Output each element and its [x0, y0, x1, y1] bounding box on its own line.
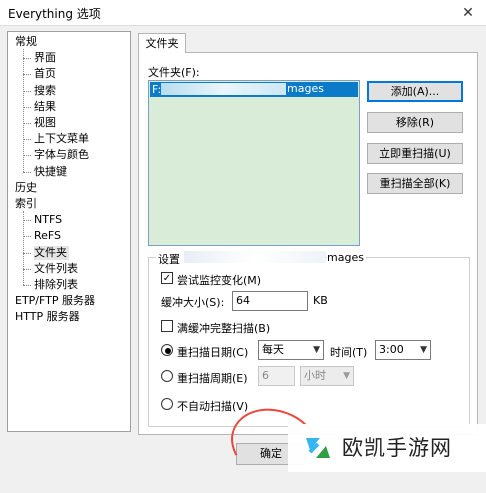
rescan-period-radio[interactable] [161, 370, 173, 382]
tree-connector [23, 139, 31, 141]
tree-connector [23, 211, 24, 285]
monitor-label: 尝试监控变化(M) [177, 274, 262, 287]
tree-item[interactable]: 视图 [34, 116, 56, 130]
rescan-date-radio[interactable] [161, 344, 173, 356]
tree-connector [23, 171, 31, 173]
tree-connector [23, 90, 31, 92]
tree-item[interactable]: 首页 [34, 67, 56, 81]
tab-folders[interactable]: 文件夹 [138, 33, 186, 53]
tree-item[interactable]: 常规 [15, 35, 37, 49]
redacted-group-path [184, 251, 326, 263]
redacted-path [161, 83, 286, 95]
folders-label: 文件夹(F): [148, 66, 200, 79]
rescan-date-label: 重扫描日期(C) [177, 346, 249, 359]
tree-item[interactable]: 历史 [15, 181, 37, 195]
period-unit-value: 小时 [304, 369, 326, 382]
tree-item[interactable]: 索引 [15, 197, 37, 211]
list-item-start: F: [152, 83, 162, 96]
add-button[interactable]: 添加(A)... [367, 81, 463, 102]
rescan-now-button[interactable]: 立即重扫描(U) [367, 143, 463, 164]
folders-listbox[interactable] [148, 80, 360, 246]
period-unit-select[interactable]: 小时 ▼ [300, 366, 354, 386]
watermark-text: 欧凯手游网 [342, 436, 452, 460]
tree-item[interactable]: 上下文菜单 [34, 132, 89, 146]
tree-item[interactable]: 文件列表 [34, 262, 78, 276]
chevron-down-icon: ▼ [420, 345, 427, 355]
rescan-period-label: 重扫描周期(E) [177, 372, 248, 385]
tree-connector [23, 252, 31, 254]
tree-connector [23, 220, 31, 222]
tree-item[interactable]: ETP/FTP 服务器 [15, 294, 95, 308]
remove-button[interactable]: 移除(R) [367, 112, 463, 133]
tree-item[interactable]: HTTP 服务器 [15, 310, 80, 324]
tree-item[interactable]: 文件夹 [34, 245, 69, 260]
tree-item[interactable]: NTFS [34, 213, 62, 227]
tree-item[interactable]: 字体与颜色 [34, 148, 89, 162]
settings-group-title-end: mages [327, 251, 366, 264]
tree-item[interactable]: 排除列表 [34, 278, 78, 292]
tree-item[interactable]: ReFS [34, 229, 61, 243]
tree-connector [23, 285, 31, 286]
period-input[interactable]: 6 [258, 366, 295, 386]
close-icon[interactable]: ✕ [458, 3, 478, 23]
tree-item[interactable]: 快捷键 [34, 165, 67, 179]
window-title: Everything 选项 [8, 7, 101, 21]
tree-connector [23, 74, 31, 76]
full-rescan-checkbox[interactable] [161, 320, 173, 332]
buffer-size-input[interactable]: 64 [232, 291, 308, 311]
tree-item[interactable]: 界面 [34, 51, 56, 65]
monitor-checkbox[interactable]: ✓ [161, 272, 173, 284]
rescan-all-button[interactable]: 重扫描全部(K) [367, 173, 463, 194]
chevron-down-icon: ▼ [343, 371, 350, 381]
tree-connector [23, 123, 31, 124]
options-tree[interactable]: 常规界面首页搜索结果视图上下文菜单字体与颜色快捷键历史索引 NTFS ReFS 文件夹… [7, 31, 131, 432]
tree-item[interactable]: 搜索 [34, 84, 56, 98]
rescan-date-select[interactable]: 每天 ▼ [258, 340, 324, 360]
chevron-down-icon: ▼ [313, 345, 320, 355]
buffer-unit: KB [313, 294, 328, 307]
tree-item[interactable]: 结果 [34, 100, 56, 114]
time-label: 时间(T) [330, 346, 368, 359]
watermark-logo-icon [306, 438, 330, 458]
buffer-label: 缓冲大小(S): [161, 296, 225, 309]
tree-connector [23, 236, 31, 238]
tree-connector [23, 155, 31, 157]
tree-connector [23, 106, 31, 108]
title-bar: Everything 选项 ✕ [0, 0, 486, 26]
no-auto-label: 不自动扫描(V) [177, 400, 249, 413]
list-item-end: mages [287, 82, 324, 95]
tree-connector [23, 49, 24, 172]
tree-connector [23, 58, 31, 60]
full-rescan-label: 满缓冲完整扫描(B) [177, 322, 271, 335]
rescan-date-value: 每天 [262, 343, 284, 356]
tree-connector [23, 268, 31, 270]
time-select[interactable]: 3:00 ▼ [375, 340, 431, 360]
time-value: 3:00 [379, 343, 404, 356]
no-auto-radio[interactable] [161, 398, 173, 410]
